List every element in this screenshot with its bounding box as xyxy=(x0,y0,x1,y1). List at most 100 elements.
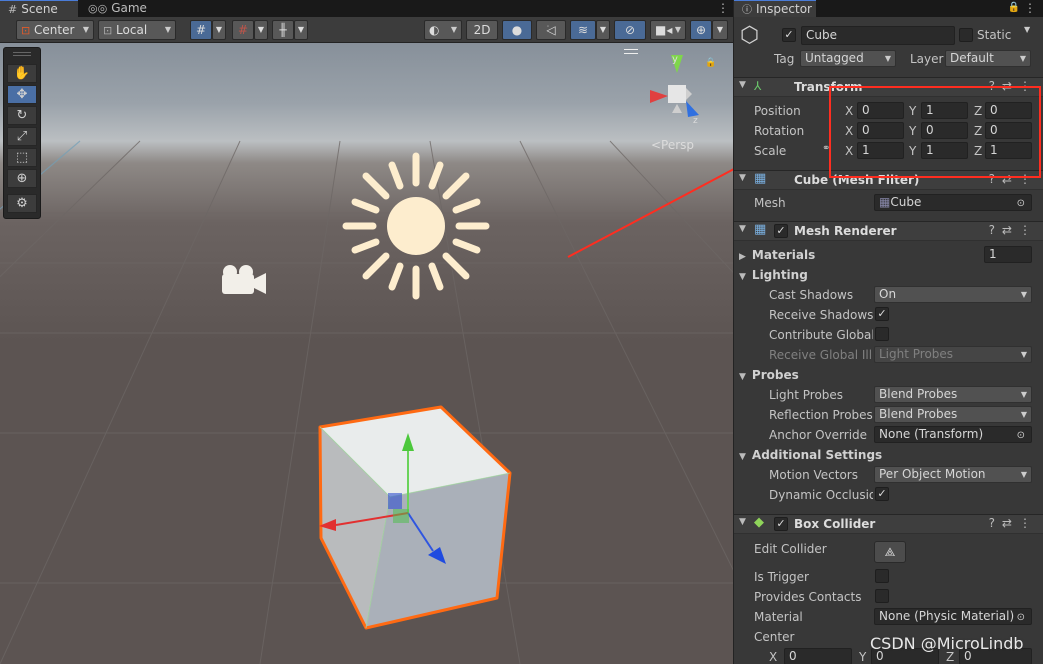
rotation-z-field[interactable]: 0 xyxy=(985,122,1032,139)
effects-toggle[interactable]: ≋ xyxy=(570,20,596,40)
link-icon[interactable]: ⚭ xyxy=(822,143,830,154)
camera-gizmo-icon[interactable] xyxy=(222,265,266,294)
scale-x-field[interactable]: 1 xyxy=(857,142,904,159)
component-actions-icon[interactable]: ?⇄⋮ xyxy=(989,223,1038,237)
tab-inspector[interactable]: ⓘ Inspector xyxy=(734,0,816,17)
lighting-toggle[interactable]: ● xyxy=(502,20,532,40)
axis-y-label: Y xyxy=(859,650,867,664)
transform-icon: ⊕ xyxy=(16,171,28,186)
scale-tool[interactable]: ⤢ xyxy=(7,127,37,146)
grid-snap-dropdown[interactable]: ▼ xyxy=(212,20,226,40)
increment-snap-button[interactable]: ╫ xyxy=(272,20,294,40)
object-picker-icon[interactable]: ⊙ xyxy=(1017,428,1025,442)
tag-dropdown[interactable]: Untagged ▼ xyxy=(800,50,896,67)
mesh-renderer-header[interactable]: ▼ ▦ ✓ Mesh Renderer ?⇄⋮ xyxy=(734,221,1043,241)
scale-z-field[interactable]: 1 xyxy=(985,142,1032,159)
inspector-menu-icon[interactable]: ⋮ xyxy=(1024,0,1036,16)
tab-scene[interactable]: # Scene xyxy=(0,0,78,17)
cast-shadows-dropdown[interactable]: On ▼ xyxy=(874,286,1032,303)
drag-handle-icon[interactable] xyxy=(13,52,31,56)
rotation-x-field[interactable]: 0 xyxy=(857,122,904,139)
materials-count-field[interactable]: 1 xyxy=(984,246,1032,263)
pivot-space-dropdown[interactable]: ⊡ Local ▼ xyxy=(98,20,176,40)
audio-toggle[interactable]: ◁ׂ xyxy=(536,20,566,40)
component-actions-icon[interactable]: ?⇄⋮ xyxy=(989,172,1038,186)
lighting-foldout[interactable]: ▼ Lighting xyxy=(739,267,808,285)
orientation-gizmo[interactable]: y z xyxy=(650,54,699,126)
custom-tool[interactable]: ⚙ xyxy=(7,194,37,213)
layer-dropdown[interactable]: Default ▼ xyxy=(945,50,1031,67)
rotation-y-field[interactable]: 0 xyxy=(921,122,968,139)
materials-foldout[interactable]: ▶ Materials xyxy=(739,247,815,265)
probes-foldout[interactable]: ▼ Probes xyxy=(739,367,799,385)
gizmos-dropdown[interactable]: ▼ xyxy=(712,20,728,40)
scale-label: Scale xyxy=(754,144,787,158)
anchor-override-field[interactable]: None (Transform) ⊙ xyxy=(874,426,1032,443)
camera-settings-dropdown[interactable]: ■◂ ▼ xyxy=(650,20,686,40)
transform-tool[interactable]: ⊕ xyxy=(7,169,37,188)
lock-icon[interactable]: 🔒 xyxy=(1008,0,1020,16)
contribute-gi-checkbox[interactable] xyxy=(875,327,889,341)
reflection-probes-label: Reflection Probes xyxy=(769,408,873,422)
box-collider-header[interactable]: ▼ ◆ ✓ Box Collider ?⇄⋮ xyxy=(734,514,1043,534)
component-actions-icon[interactable]: ?⇄⋮ xyxy=(989,516,1038,530)
mesh-filter-header[interactable]: ▼ ▦ Cube (Mesh Filter) ?⇄⋮ xyxy=(734,170,1043,190)
shading-mode-dropdown[interactable]: ◐ ▼ xyxy=(424,20,462,40)
box-collider-enabled-checkbox[interactable]: ✓ xyxy=(774,517,788,531)
position-z-field[interactable]: 0 xyxy=(985,102,1032,119)
chevron-down-icon[interactable]: ▼ xyxy=(1024,25,1030,34)
reflection-probes-dropdown[interactable]: Blend Probes ▼ xyxy=(874,406,1032,423)
object-picker-icon[interactable]: ⊙ xyxy=(1017,196,1025,210)
motion-vectors-dropdown[interactable]: Per Object Motion ▼ xyxy=(874,466,1032,483)
chevron-down-icon: ▼ xyxy=(599,25,607,34)
edit-collider-icon: ⟁ xyxy=(884,545,896,559)
layer-value: Default xyxy=(950,51,994,65)
tab-game[interactable]: ◎◎ Game xyxy=(80,0,150,17)
dynamic-occlusion-checkbox[interactable]: ✓ xyxy=(875,487,889,501)
static-checkbox[interactable] xyxy=(959,28,973,42)
gizmos-toggle[interactable]: ⊕ xyxy=(690,20,712,40)
chevron-down-icon: ▼ xyxy=(1019,54,1026,63)
light-probes-dropdown[interactable]: Blend Probes ▼ xyxy=(874,386,1032,403)
sphere-icon: ◐ xyxy=(429,23,440,37)
center-x-field[interactable]: 0 xyxy=(784,648,852,664)
provides-contacts-checkbox[interactable] xyxy=(875,589,889,603)
scene-viewport[interactable]: y z ✋ ✥ ↻ ⤢ ⬚ ⊕ ⚙ 🔒 <Persp xyxy=(0,43,733,664)
transform-header[interactable]: ▼ ⅄ Transform ?⇄⋮ xyxy=(734,77,1043,97)
grid-snap-button[interactable]: # xyxy=(190,20,212,40)
position-y-field[interactable]: 1 xyxy=(921,102,968,119)
component-actions-icon[interactable]: ?⇄⋮ xyxy=(989,79,1038,93)
sun-gizmo-icon[interactable] xyxy=(342,152,490,300)
rect-tool[interactable]: ⬚ xyxy=(7,148,37,167)
scale-y-field[interactable]: 1 xyxy=(921,142,968,159)
inspector-panel: ⓘ Inspector 🔒 ⋮ ⬡ ✓ Cube Static ▼ Tag Unt… xyxy=(733,0,1043,664)
grid-visibility-button[interactable]: # xyxy=(232,20,254,40)
projection-label[interactable]: <Persp xyxy=(651,138,694,152)
additional-settings-foldout[interactable]: ▼ Additional Settings xyxy=(739,447,882,465)
overlay-menu-icon[interactable] xyxy=(624,49,638,54)
object-picker-icon[interactable]: ⊙ xyxy=(1017,610,1025,624)
hidden-objects-toggle[interactable]: ⊘ xyxy=(614,20,646,40)
scene-panel: # Scene ◎◎ Game ⋮ ⊡ Center ▼ ⊡ Local ▼ # ▼ #… xyxy=(0,0,733,664)
mesh-object-field[interactable]: ▦Cube ⊙ xyxy=(874,194,1032,211)
grid-visibility-dropdown[interactable]: ▼ xyxy=(254,20,268,40)
pivot-mode-dropdown[interactable]: ⊡ Center ▼ xyxy=(16,20,94,40)
scene-grid: y z xyxy=(0,54,733,664)
rotate-tool[interactable]: ↻ xyxy=(7,106,37,125)
chevron-down-icon: ▼ xyxy=(1020,390,1027,399)
hand-tool[interactable]: ✋ xyxy=(7,64,37,83)
is-trigger-checkbox[interactable] xyxy=(875,569,889,583)
effects-dropdown[interactable]: ▼ xyxy=(596,20,610,40)
receive-shadows-checkbox[interactable]: ✓ xyxy=(875,307,889,321)
mode-2d-button[interactable]: 2D xyxy=(466,20,498,40)
scene-menu-icon[interactable]: ⋮ xyxy=(717,0,729,16)
mesh-renderer-enabled-checkbox[interactable]: ✓ xyxy=(774,224,788,238)
position-x-field[interactable]: 0 xyxy=(857,102,904,119)
move-tool[interactable]: ✥ xyxy=(7,85,37,104)
lock-icon[interactable]: 🔒 xyxy=(705,58,716,68)
edit-collider-button[interactable]: ⟁ xyxy=(874,541,906,563)
object-name-field[interactable]: Cube xyxy=(801,26,955,45)
increment-snap-dropdown[interactable]: ▼ xyxy=(294,20,308,40)
active-checkbox[interactable]: ✓ xyxy=(782,28,796,42)
physic-material-field[interactable]: None (Physic Material) ⊙ xyxy=(874,608,1032,625)
